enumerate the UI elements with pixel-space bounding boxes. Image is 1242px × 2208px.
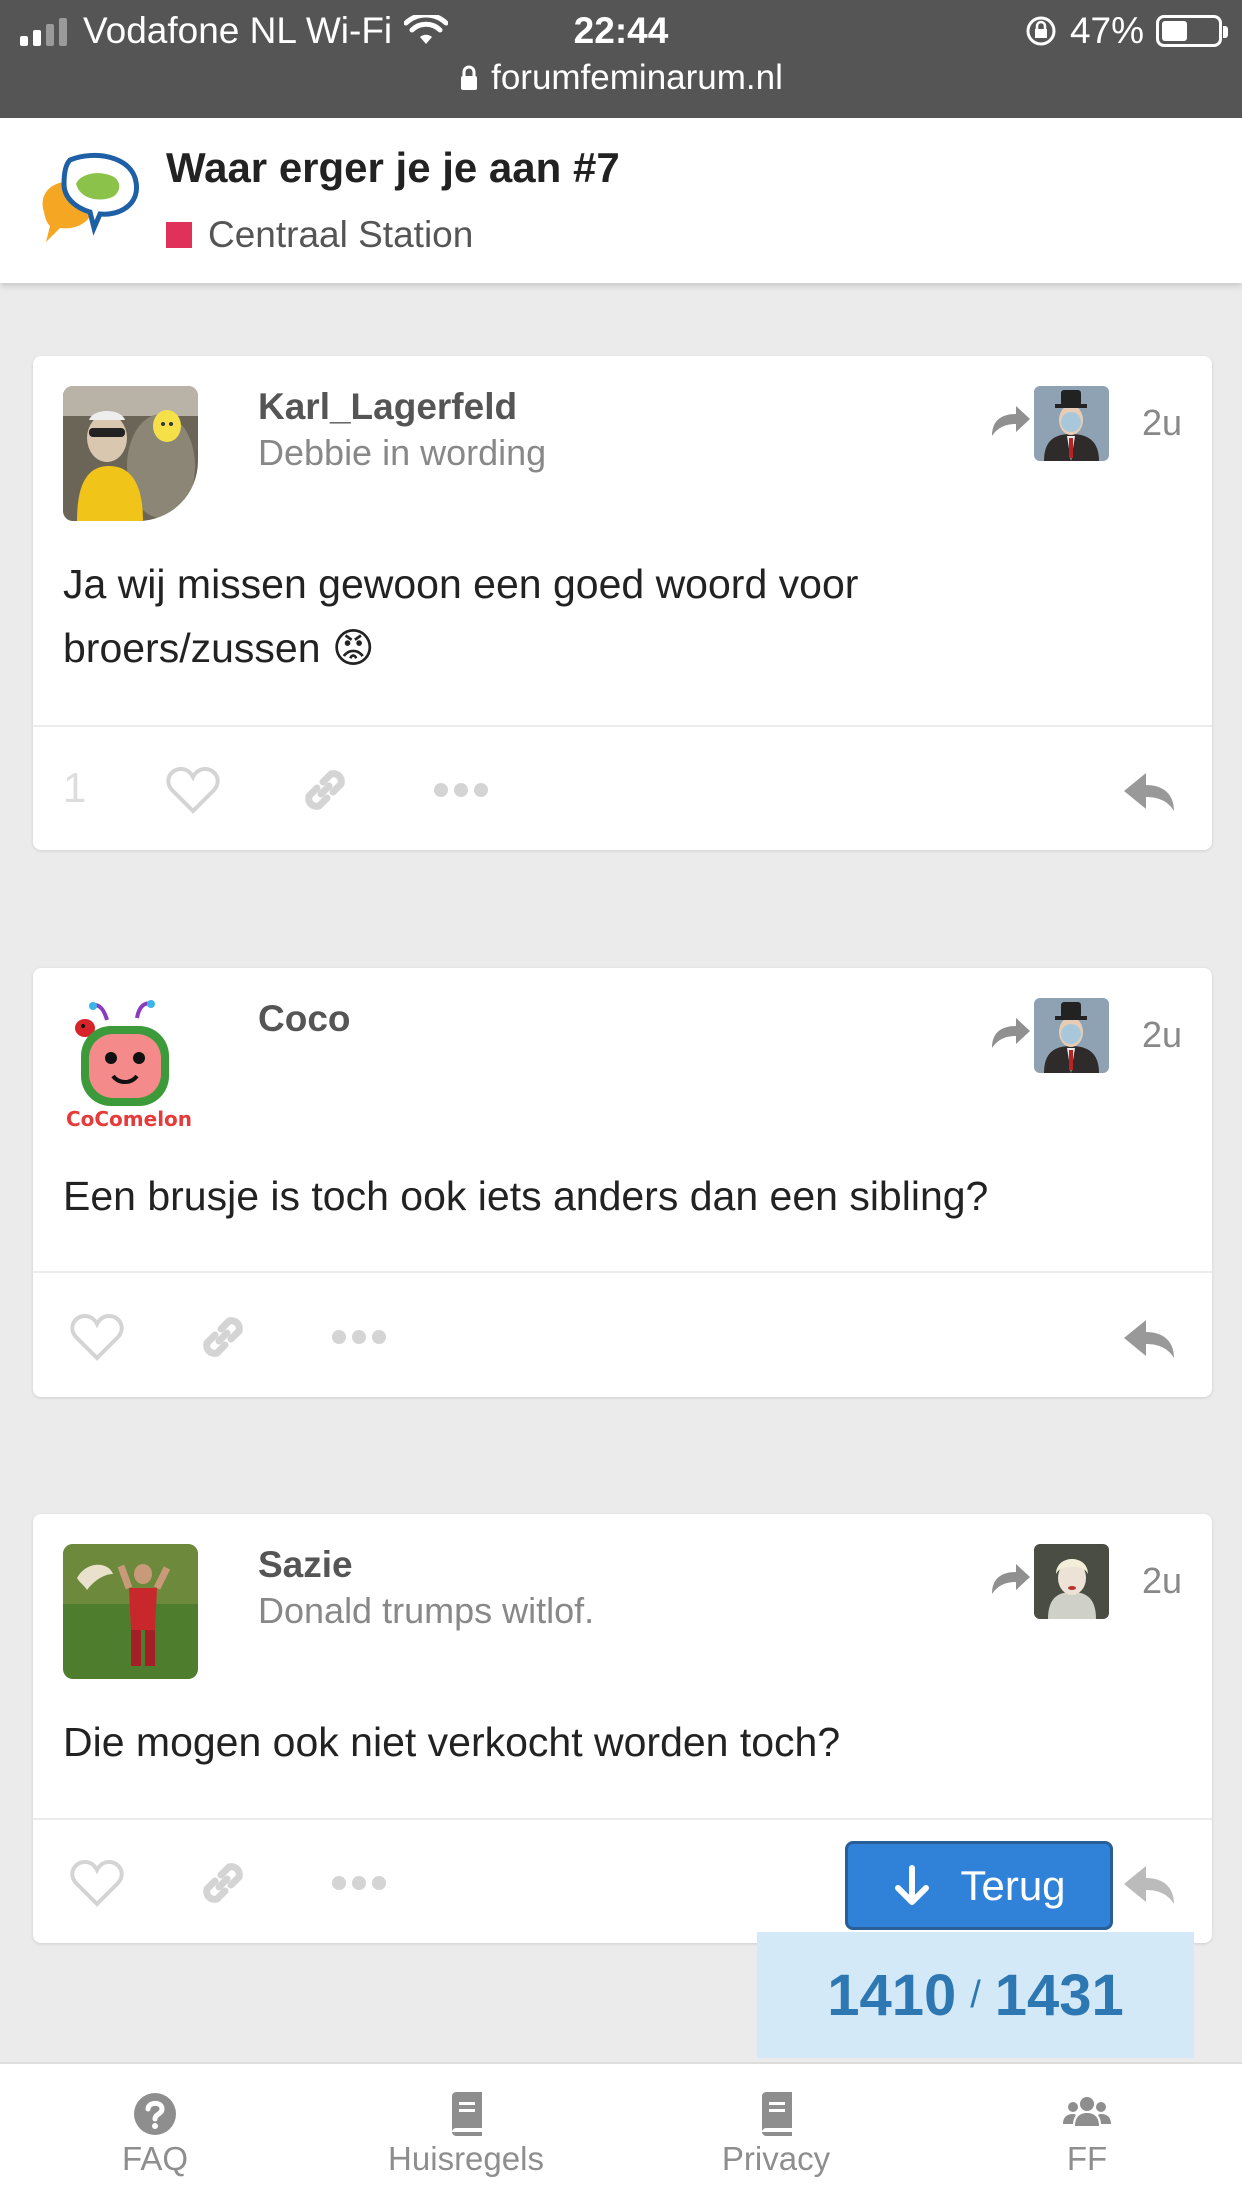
footer-item-huisregels[interactable]: Huisregels bbox=[366, 2092, 566, 2178]
footer-nav: FAQ Huisregels Privacy FF bbox=[0, 2062, 1242, 2208]
category-badge[interactable]: Centraal Station bbox=[166, 214, 473, 256]
reply-to-avatar[interactable] bbox=[1034, 998, 1109, 1073]
reply-to-icon[interactable] bbox=[988, 1558, 1032, 1598]
reply-button[interactable] bbox=[1120, 1307, 1180, 1367]
back-button-label: Terug bbox=[960, 1861, 1066, 1909]
url-bar[interactable]: forumfeminarum.nl bbox=[0, 58, 1242, 98]
divider bbox=[33, 1271, 1212, 1273]
reply-to-avatar[interactable] bbox=[1034, 1544, 1109, 1619]
heart-icon bbox=[70, 1859, 124, 1907]
post: Karl_Lagerfeld Debbie in wording 2u Ja w… bbox=[33, 356, 1212, 850]
ellipsis-icon bbox=[332, 1330, 386, 1344]
username[interactable]: Karl_Lagerfeld bbox=[258, 386, 517, 428]
like-button[interactable] bbox=[163, 760, 223, 820]
topic-header: Waar erger je je aan #7 Centraal Station bbox=[0, 118, 1242, 283]
username[interactable]: Sazie bbox=[258, 1544, 353, 1586]
footer-label: Privacy bbox=[721, 2140, 831, 2177]
reply-to-icon[interactable] bbox=[988, 400, 1032, 440]
user-title: Donald trumps witlof. bbox=[258, 1590, 595, 1631]
avatar[interactable] bbox=[63, 1544, 198, 1679]
link-icon bbox=[203, 1317, 243, 1357]
footer-item-ff[interactable]: FF bbox=[987, 2092, 1187, 2178]
question-circle-icon bbox=[134, 2093, 176, 2135]
reply-icon bbox=[1124, 773, 1174, 811]
username[interactable]: Coco bbox=[258, 998, 351, 1040]
orientation-lock-icon bbox=[1026, 16, 1056, 46]
post: CoComelon Coco 2u Een brusje is toch ook… bbox=[33, 968, 1212, 1397]
more-options-button[interactable] bbox=[431, 760, 491, 820]
share-link-button[interactable] bbox=[193, 1853, 253, 1913]
current-post-number: 1410 bbox=[827, 1962, 957, 2028]
post-body: Ja wij missen gewoon een goed woord voor… bbox=[63, 552, 1063, 680]
reply-icon bbox=[1124, 1866, 1174, 1904]
battery-info: 47% bbox=[1024, 10, 1228, 52]
post-actions: 1 bbox=[33, 730, 1212, 850]
cocomelon-logo-text: CoComelon bbox=[66, 1107, 192, 1131]
users-icon bbox=[1063, 2097, 1111, 2126]
link-icon bbox=[305, 770, 345, 810]
back-to-position-button[interactable]: Terug bbox=[845, 1841, 1113, 1930]
book-icon bbox=[452, 2092, 482, 2136]
angry-emoji: 😡 bbox=[331, 625, 375, 671]
ellipsis-icon bbox=[434, 783, 488, 797]
footer-label: Huisregels bbox=[388, 2140, 544, 2177]
category-name: Centraal Station bbox=[208, 214, 474, 255]
divider bbox=[33, 1818, 1212, 1820]
reply-icon bbox=[1124, 1320, 1174, 1358]
forum-logo[interactable] bbox=[36, 150, 146, 250]
like-count[interactable]: 1 bbox=[63, 764, 86, 812]
post-date[interactable]: 2u bbox=[1142, 402, 1182, 444]
total-posts-number: 1431 bbox=[994, 1962, 1124, 2028]
footer-label: FAQ bbox=[121, 2140, 189, 2177]
post-body: Een brusje is toch ook iets anders dan e… bbox=[63, 1173, 989, 1219]
footer-item-privacy[interactable]: Privacy bbox=[676, 2092, 876, 2178]
battery-icon bbox=[1156, 15, 1228, 47]
reply-button[interactable] bbox=[1120, 1853, 1180, 1913]
heart-icon bbox=[166, 766, 220, 814]
battery-percentage: 47% bbox=[1069, 10, 1144, 51]
share-link-button[interactable] bbox=[193, 1307, 253, 1367]
share-link-button[interactable] bbox=[295, 760, 355, 820]
book-icon bbox=[762, 2092, 792, 2136]
topic-title[interactable]: Waar erger je je aan #7 bbox=[166, 144, 620, 192]
reply-button[interactable] bbox=[1120, 760, 1180, 820]
avatar[interactable]: CoComelon bbox=[63, 998, 198, 1133]
footer-label: FF bbox=[1066, 2140, 1108, 2177]
avatar[interactable] bbox=[63, 386, 198, 521]
link-icon bbox=[203, 1863, 243, 1903]
lock-icon bbox=[461, 65, 478, 90]
reply-to-icon[interactable] bbox=[988, 1012, 1032, 1052]
like-button[interactable] bbox=[67, 1853, 127, 1913]
more-options-button[interactable] bbox=[329, 1307, 389, 1367]
ellipsis-icon bbox=[332, 1876, 386, 1890]
post-body: Die mogen ook niet verkocht worden toch? bbox=[63, 1719, 841, 1765]
more-options-button[interactable] bbox=[329, 1853, 389, 1913]
user-title: Debbie in wording bbox=[258, 432, 547, 473]
arrow-down-icon bbox=[895, 1864, 930, 1905]
post-actions bbox=[33, 1277, 1212, 1397]
post-date[interactable]: 2u bbox=[1142, 1014, 1182, 1056]
heart-icon bbox=[70, 1313, 124, 1361]
divider bbox=[33, 725, 1212, 727]
post-date[interactable]: 2u bbox=[1142, 1560, 1182, 1602]
topic-progress[interactable]: 1410 / 1431 bbox=[757, 1932, 1194, 2058]
reply-to-avatar[interactable] bbox=[1034, 386, 1109, 461]
category-color-square bbox=[166, 222, 192, 248]
ios-status-bar: Vodafone NL Wi-Fi 22:44 47% forumfeminar… bbox=[0, 0, 1242, 118]
progress-separator: / bbox=[970, 1973, 981, 2016]
post-text: Ja wij missen gewoon een goed woord voor… bbox=[63, 561, 859, 671]
like-button[interactable] bbox=[67, 1307, 127, 1367]
footer-item-faq[interactable]: FAQ bbox=[55, 2092, 255, 2178]
url-text: forumfeminarum.nl bbox=[491, 58, 783, 97]
